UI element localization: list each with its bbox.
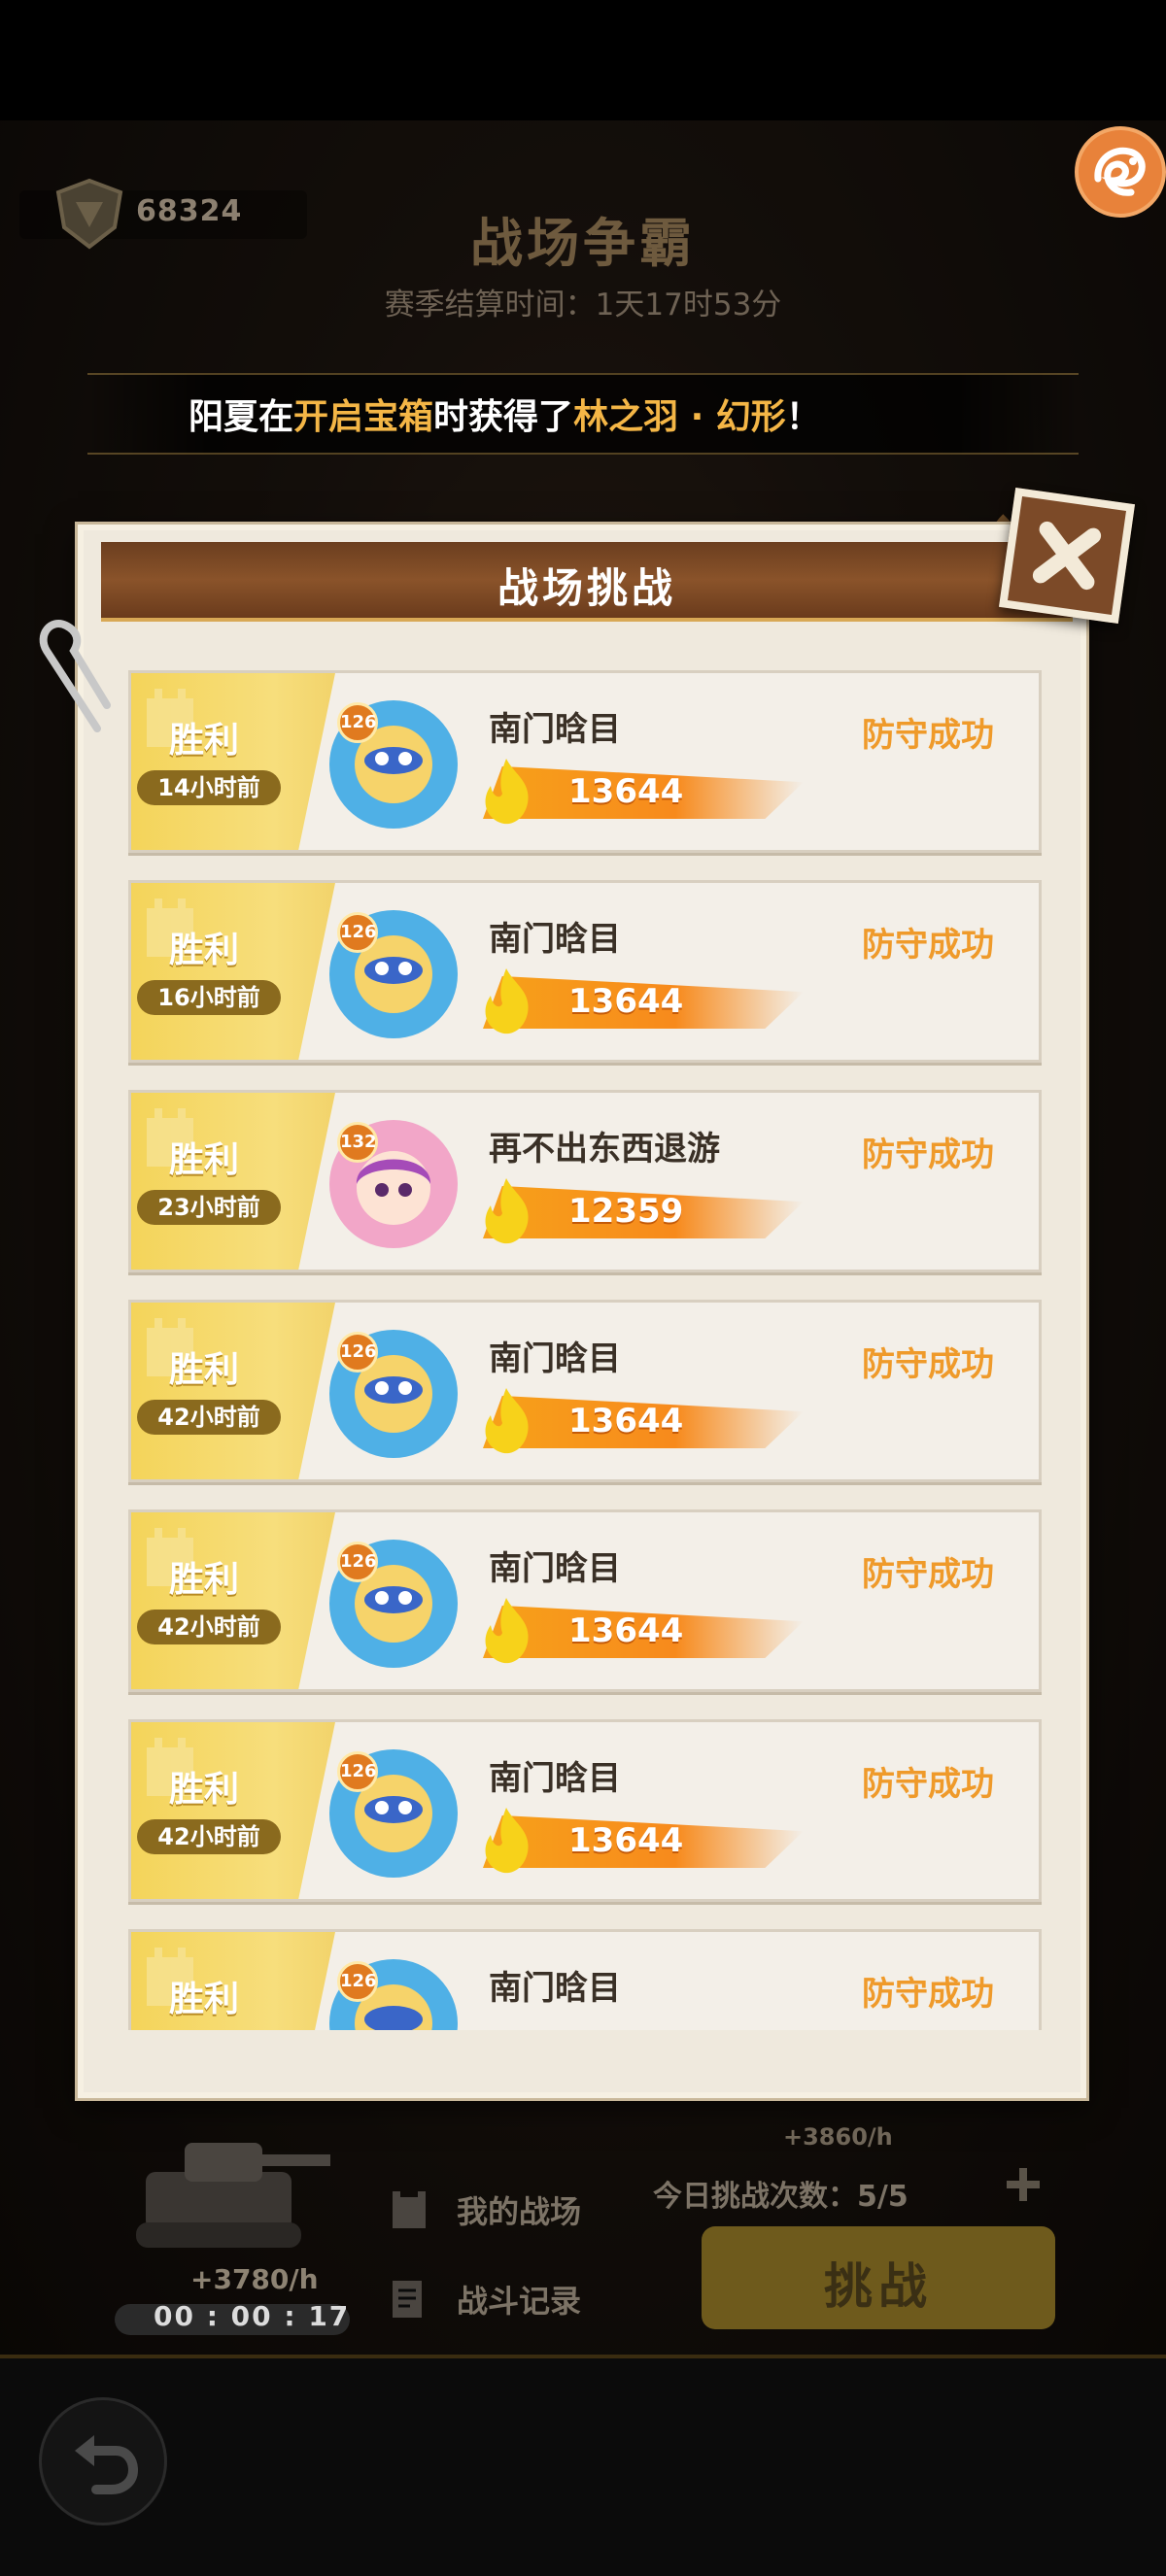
- level-badge: 132: [337, 1122, 378, 1163]
- result-label: 胜利: [168, 931, 239, 970]
- level-badge: 126: [337, 912, 378, 953]
- result-label: 胜利: [168, 1980, 239, 2019]
- record-row[interactable]: 胜利 42小时前 126 南门晗目 13644 防守成功: [128, 1719, 1042, 1902]
- player-name: 南门晗目: [489, 1549, 621, 1588]
- daily-challenge-count: 今日挑战次数：5/5: [653, 2180, 909, 2214]
- record-row[interactable]: 胜利 16小时前 126 南门晗目 13644 防守成功: [128, 880, 1042, 1063]
- result-label: 胜利: [168, 1140, 239, 1180]
- timer: 00 : 00 : 17: [154, 2300, 351, 2332]
- level-badge: 126: [337, 1542, 378, 1582]
- announcement-banner: 阳夏在开启宝箱时获得了林之羽 · 幻形！: [87, 373, 1079, 455]
- record-row[interactable]: 胜利 42小时前 126 南门晗目 13644 防守成功: [128, 1300, 1042, 1482]
- time-ago: 23小时前: [137, 1190, 281, 1225]
- navigation-bar: [0, 2355, 1166, 2576]
- status-bar: [0, 0, 1166, 120]
- announce-in: 在: [258, 397, 294, 437]
- power-value: 13644: [568, 772, 684, 811]
- season-end-time: 赛季结算时间：1天17时53分: [384, 288, 782, 322]
- paperclip-icon: [39, 620, 111, 732]
- power-value: 13644: [568, 1611, 684, 1650]
- fire-icon: [485, 1388, 529, 1454]
- announce-action: 开启宝箱: [293, 397, 434, 437]
- level-badge: 126: [337, 1961, 378, 2002]
- level-badge: 126: [337, 1332, 378, 1373]
- tank-icon: [136, 2143, 330, 2248]
- record-row[interactable]: 胜利 126 南门晗目 防守成功: [128, 1929, 1042, 2030]
- close-icon: [1032, 521, 1102, 591]
- time-ago: 16小时前: [137, 980, 281, 1015]
- defense-status: 防守成功: [862, 1975, 994, 2014]
- announce-player: 阳夏: [189, 397, 259, 437]
- defense-status: 防守成功: [862, 1765, 994, 1804]
- result-label: 胜利: [168, 1560, 239, 1600]
- income-rate-right: +3860/h: [783, 2123, 893, 2151]
- modal-header: 战场挑战: [101, 542, 1073, 622]
- level-badge: 126: [337, 702, 378, 743]
- back-arrow-icon: [75, 2435, 139, 2494]
- modal-title: 战场挑战: [497, 564, 676, 612]
- player-name: 再不出东西退游: [489, 1130, 720, 1169]
- my-battlefield-link[interactable]: 我的战场: [457, 2187, 581, 2232]
- fire-icon: [485, 968, 529, 1034]
- defense-status: 防守成功: [862, 1135, 994, 1174]
- time-ago: 42小时前: [137, 1819, 281, 1854]
- result-label: 胜利: [168, 1350, 239, 1390]
- announce-got: 时获得了: [433, 397, 574, 437]
- player-name: 南门晗目: [489, 1969, 621, 2008]
- power-value: 13644: [568, 1821, 684, 1860]
- time-ago: 42小时前: [137, 1610, 281, 1644]
- battle-log-link[interactable]: 战斗记录: [457, 2277, 581, 2322]
- defense-status: 防守成功: [862, 1555, 994, 1594]
- player-name: 南门晗目: [489, 1339, 621, 1378]
- plus-icon[interactable]: [1001, 2162, 1046, 2207]
- defense-status: 防守成功: [862, 1345, 994, 1384]
- page-title: 战场争霸: [470, 213, 696, 274]
- announce-item: 林之羽 · 幻形: [573, 397, 786, 437]
- game-logo-icon[interactable]: [1075, 126, 1166, 218]
- power-value: 12359: [568, 1192, 684, 1231]
- record-row[interactable]: 胜利 23小时前 132 再不出东西退游 12359 防守成功: [128, 1090, 1042, 1272]
- result-label: 胜利: [168, 721, 239, 761]
- dragon-icon: [1094, 147, 1146, 196]
- player-name: 南门晗目: [489, 920, 621, 959]
- time-ago: 14小时前: [137, 770, 281, 805]
- back-button[interactable]: [39, 2397, 167, 2525]
- defense-status: 防守成功: [862, 716, 994, 755]
- time-ago: 42小时前: [137, 1400, 281, 1435]
- player-name: 南门晗目: [489, 710, 621, 749]
- defense-status: 防守成功: [862, 926, 994, 965]
- close-button[interactable]: [998, 487, 1136, 625]
- income-rate: +3780/h: [190, 2263, 319, 2295]
- battle-log-icon: [393, 2281, 422, 2318]
- power-value: 13644: [568, 982, 684, 1021]
- fire-icon: [485, 1178, 529, 1244]
- announce-end: ！: [785, 397, 821, 437]
- record-list[interactable]: 胜利 14小时前 126 南门晗目 13644 防守成功 胜利 16小时前 12…: [128, 670, 1042, 2030]
- fire-icon: [485, 759, 529, 825]
- announcement-text: 阳夏在开启宝箱时获得了林之羽 · 幻形！: [189, 389, 821, 439]
- power-value: 13644: [568, 1402, 684, 1441]
- result-label: 胜利: [168, 1770, 239, 1810]
- record-row[interactable]: 胜利 14小时前 126 南门晗目 13644 防守成功: [128, 670, 1042, 853]
- challenge-button[interactable]: 挑战: [702, 2226, 1055, 2329]
- record-row[interactable]: 胜利 42小时前 126 南门晗目 13644 防守成功: [128, 1509, 1042, 1692]
- fire-icon: [485, 1598, 529, 1664]
- battlefield-icon: [393, 2191, 426, 2228]
- challenge-label: 挑战: [824, 2258, 933, 2315]
- level-badge: 126: [337, 1751, 378, 1792]
- fire-icon: [485, 1808, 529, 1874]
- player-name: 南门晗目: [489, 1759, 621, 1798]
